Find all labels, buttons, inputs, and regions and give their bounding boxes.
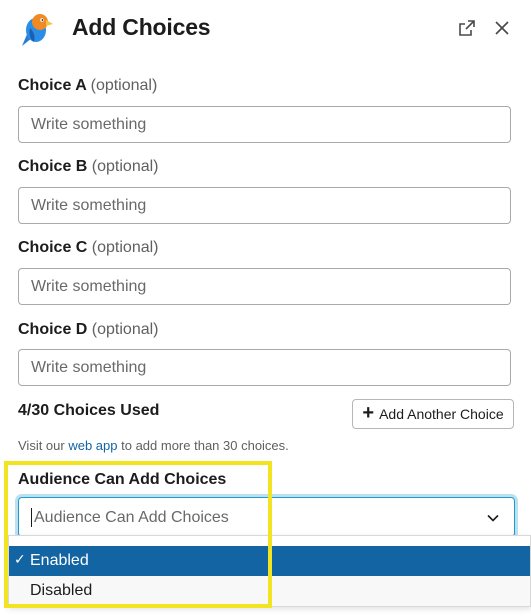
choice-a-label-text: Choice A [18,77,87,94]
choice-b-label-text: Choice B [18,158,88,175]
optional-text: (optional) [91,239,159,256]
audience-can-add-label: Audience Can Add Choices [18,471,227,488]
plus-icon: + [362,402,375,424]
add-another-choice-button[interactable]: + Add Another Choice [352,399,514,429]
visit-web-app-hint: Visit our web app to add more than 30 ch… [18,438,289,453]
audience-can-add-select[interactable]: Audience Can Add Choices [18,497,515,537]
choice-a-label: Choice A (optional) [18,77,157,95]
optional-text: (optional) [91,321,159,338]
select-placeholder: Audience Can Add Choices [34,509,229,526]
choice-d-label-text: Choice D [18,321,88,338]
optional-text: (optional) [90,77,158,94]
choice-b-label: Choice B (optional) [18,158,159,176]
close-icon[interactable] [492,18,514,40]
choice-c-input[interactable] [18,268,511,305]
choice-c-label-text: Choice C [18,239,88,256]
choice-a-input[interactable] [18,106,511,143]
option-disabled[interactable]: Disabled [9,576,530,606]
add-another-choice-label: Add Another Choice [379,406,504,422]
option-enabled[interactable]: ✓ Enabled [9,546,530,576]
chevron-down-icon[interactable] [486,511,500,530]
choice-d-input[interactable] [18,349,511,386]
audience-options-menu: ✓ Enabled Disabled [8,535,531,607]
choice-b-input[interactable] [18,187,511,224]
choices-used-count: 4/30 Choices Used [18,402,160,419]
modal-title: Add Choices [72,14,211,40]
visit-prefix: Visit our [18,438,69,453]
visit-suffix: to add more than 30 choices. [117,438,289,453]
text-cursor [31,508,32,527]
checkmark-icon: ✓ [14,551,26,567]
choice-d-label: Choice D (optional) [18,321,159,339]
parrot-logo-icon [20,12,54,48]
optional-text: (optional) [91,158,159,175]
option-enabled-label: Enabled [30,552,89,569]
open-external-icon[interactable] [457,18,479,40]
modal-header: Add Choices [0,0,531,62]
choice-c-label: Choice C (optional) [18,239,159,257]
option-disabled-label: Disabled [30,582,93,599]
web-app-link[interactable]: web app [68,438,117,453]
